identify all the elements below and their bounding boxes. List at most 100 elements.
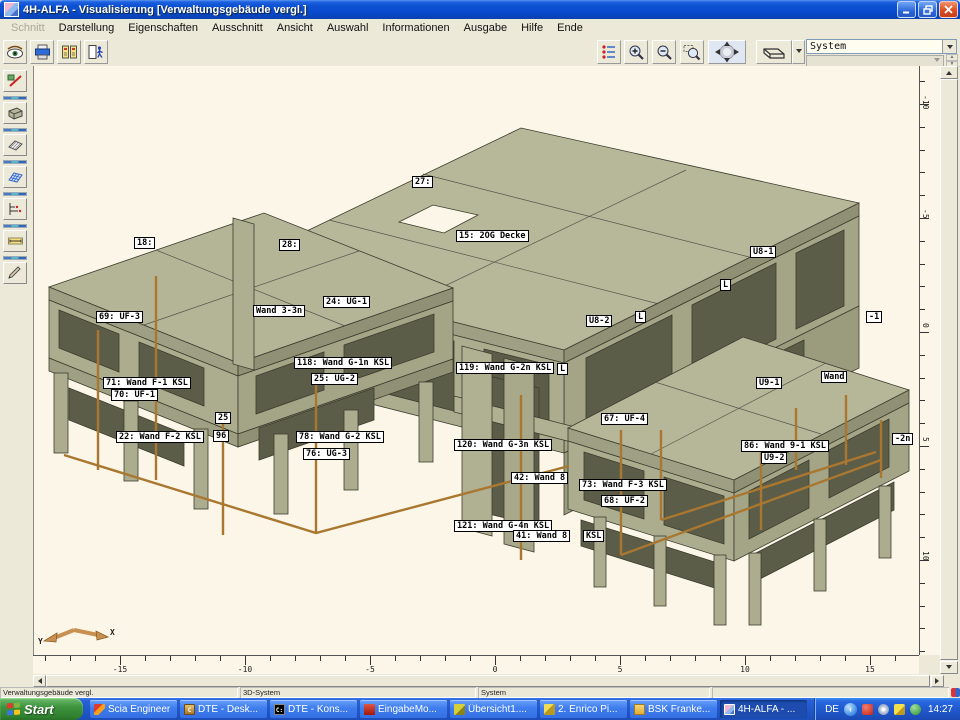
3d-view-dropdown[interactable] — [792, 40, 805, 64]
ruler-number: 0 — [921, 323, 930, 328]
ruler-tick — [470, 656, 471, 661]
close-icon — [944, 5, 953, 14]
menu-item-hilfe[interactable]: Hilfe — [514, 20, 550, 36]
app-icon — [4, 2, 19, 17]
taskbar-button-console[interactable]: C:DTE - Kons... — [270, 700, 357, 718]
restore-icon — [923, 5, 933, 15]
menu-item-ende[interactable]: Ende — [550, 20, 590, 36]
taskbar-button-label: DTE - Desk... — [198, 704, 258, 715]
model-label: 25 — [215, 412, 231, 424]
vertical-scroll-thumb[interactable] — [940, 79, 958, 660]
dimension-button[interactable] — [3, 230, 27, 252]
ruler-tick — [895, 656, 896, 661]
numbering-options-button[interactable] — [597, 40, 621, 64]
zoom-window-button[interactable] — [680, 40, 704, 64]
menu-item-ausschnitt[interactable]: Ausschnitt — [205, 20, 270, 36]
language-indicator[interactable]: DE — [825, 704, 839, 715]
ruler-tick — [270, 656, 271, 661]
close-button[interactable] — [939, 1, 958, 18]
scroll-down-button[interactable] — [940, 661, 958, 674]
model-label: 25: UG-2 — [311, 373, 358, 385]
taskbar-button-enrico[interactable]: 2. Enrico Pi... — [540, 700, 627, 718]
3d-viewport[interactable]: 18:28:27:15: 2OG DeckeU8-169: UF-3Wand 3… — [33, 66, 919, 655]
axis-x-label: X — [110, 628, 115, 637]
model-label: 73: Wand F-3 KSL — [579, 479, 667, 491]
ruler-tick — [295, 656, 296, 661]
red-app-tray-icon[interactable] — [862, 704, 873, 715]
restore-button[interactable] — [918, 1, 937, 18]
menu-item-ansicht[interactable]: Ansicht — [270, 20, 320, 36]
redline-tool-button[interactable] — [3, 70, 27, 92]
print-button[interactable] — [30, 40, 54, 64]
ruler-tick — [370, 656, 371, 665]
model-label: -2n — [892, 433, 913, 445]
3d-box-icon — [761, 43, 787, 61]
system-tray: DE ‹ 14:27 — [815, 698, 960, 720]
title-bar: 4H-ALFA - Visualisierung [Verwaltungsgeb… — [0, 0, 960, 19]
spinner-up-icon[interactable]: ▲ — [946, 54, 958, 61]
ruler-number: -5 — [921, 209, 930, 219]
mesh-view-button[interactable] — [3, 166, 27, 188]
model-label: U8-1 — [750, 246, 776, 258]
ruler-tick — [245, 656, 246, 665]
taskbar-button-dte-desk[interactable]: CDTE - Desk... — [180, 700, 267, 718]
model-label: 120: Wand G-3n KSL — [454, 439, 552, 451]
model-label: 86: Wand 9-1 KSL — [741, 440, 829, 452]
menu-item-auswahl[interactable]: Auswahl — [320, 20, 376, 36]
slab-view-button[interactable] — [3, 134, 27, 156]
exit-button[interactable] — [84, 40, 108, 64]
view-button[interactable] — [3, 40, 27, 64]
scroll-left-button[interactable] — [33, 675, 46, 687]
status-bar: Verwaltungsgebäude vergl. 3D-System Syst… — [0, 687, 960, 698]
3d-view-button[interactable] — [756, 40, 792, 64]
annotate-button[interactable] — [3, 262, 27, 284]
chevron-down-icon — [934, 58, 940, 65]
hide-icons-chevron[interactable]: ‹ — [844, 703, 857, 716]
toolbar-grip — [3, 256, 27, 260]
status-extra — [712, 687, 949, 698]
printer-icon — [34, 44, 51, 60]
horizontal-scrollbar[interactable] — [33, 675, 944, 687]
system-select[interactable]: System — [806, 39, 957, 54]
menu-item-informationen[interactable]: Informationen — [375, 20, 456, 36]
taskbar-button-folder[interactable]: BSK Franke... — [630, 700, 717, 718]
taskbar-button-alfa[interactable]: 4H-ALFA - ... — [720, 700, 807, 718]
vertical-scrollbar[interactable] — [940, 66, 958, 674]
pencil-tray-icon[interactable] — [894, 704, 905, 715]
cd-tray-icon[interactable] — [878, 704, 889, 715]
menu-item-eigenschaften[interactable]: Eigenschaften — [121, 20, 205, 36]
model-label: 70: UF-1 — [111, 389, 158, 401]
scroll-right-button[interactable] — [931, 675, 944, 687]
minimize-button[interactable] — [897, 1, 916, 18]
pan-control[interactable] — [708, 40, 746, 64]
pen-icon — [7, 266, 23, 280]
ruler-tick — [920, 583, 925, 584]
model-label: Wand — [821, 371, 847, 383]
ruler-tick — [920, 241, 925, 242]
zoom-out-button[interactable] — [652, 40, 676, 64]
menu-item-ausgabe[interactable]: Ausgabe — [457, 20, 514, 36]
system-select-arrow[interactable] — [942, 40, 956, 53]
taskbar-button-scia[interactable]: Scia Engineer — [90, 700, 177, 718]
ruler-tick — [795, 656, 796, 661]
taskbar-button-eingabe[interactable]: EingabeMo... — [360, 700, 447, 718]
ruler-tick — [920, 309, 925, 310]
eingabe-icon — [364, 704, 375, 715]
green-tray-icon[interactable] — [910, 704, 921, 715]
menu-item-darstellung[interactable]: Darstellung — [52, 20, 122, 36]
scroll-up-button[interactable] — [940, 66, 958, 79]
system-select-value: System — [810, 41, 846, 52]
ruler-tick — [695, 656, 696, 661]
zoom-in-button[interactable] — [624, 40, 648, 64]
ruler-tick — [920, 332, 929, 333]
pan-cross-icon — [712, 41, 742, 63]
taskbar-button-uebersicht[interactable]: Übersicht1.... — [450, 700, 537, 718]
report-button[interactable] — [57, 40, 81, 64]
levels-button[interactable] — [3, 198, 27, 220]
start-button[interactable]: Start — [0, 698, 83, 720]
ruler-tick — [920, 469, 925, 470]
model-label: L — [635, 311, 646, 323]
solid-view-button[interactable] — [3, 102, 27, 124]
horizontal-scroll-thumb[interactable] — [46, 675, 930, 687]
ruler-tick — [820, 656, 821, 661]
